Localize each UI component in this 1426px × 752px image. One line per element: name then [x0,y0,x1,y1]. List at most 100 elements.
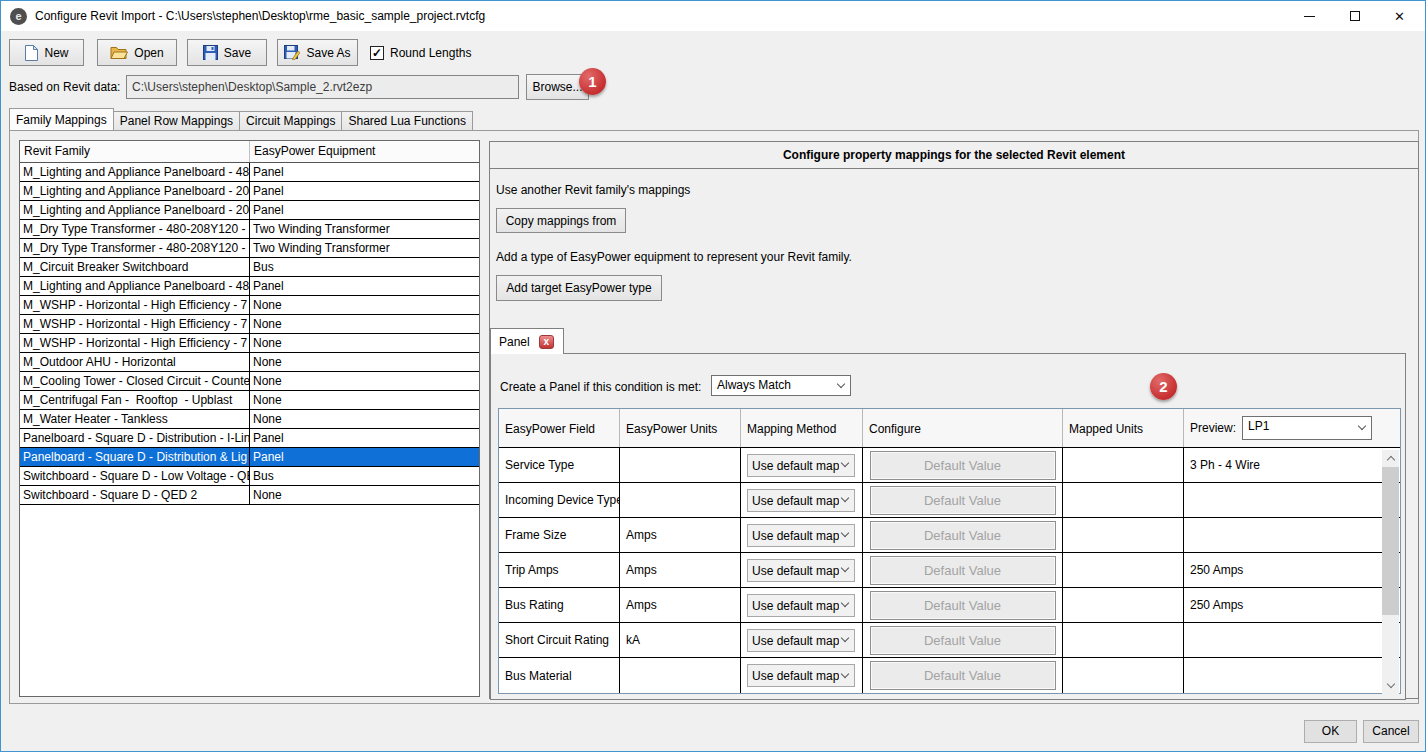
family-table-row[interactable]: M_Lighting and Appliance Panelboard - 20… [20,201,479,220]
easypower-equipment-cell: Bus [250,258,479,276]
default-value-button[interactable]: Default Value [870,521,1056,550]
new-button[interactable]: New [9,39,84,66]
mapping-method-select[interactable]: Use default mapping [747,454,855,477]
mapping-method-column-header: Mapping Method [741,409,863,447]
tab-panel-row-mappings[interactable]: Panel Row Mappings [114,111,240,131]
mapping-method-cell: Use default mapping [741,588,863,622]
easypower-equipment-cell: Two Winding Transformer [250,239,479,257]
easypower-equipment-cell: Bus [250,467,479,485]
configure-cell: Default Value [863,623,1063,657]
mapping-method-select[interactable]: Use default mapping [747,664,855,687]
revit-family-cell: M_Lighting and Appliance Panelboard - 20 [20,201,250,219]
configure-cell: Default Value [863,448,1063,482]
revit-family-column-header[interactable]: Revit Family [20,141,250,162]
revit-family-cell: M_Water Heater - Tankless [20,410,250,428]
close-panel-tab-icon[interactable]: x [539,335,554,349]
mapping-method-cell: Use default mapping [741,553,863,587]
panel-equipment-tab[interactable]: Panel x [490,328,564,354]
family-table-row[interactable]: Panelboard - Square D - Distribution - I… [20,429,479,448]
revit-family-cell: M_Centrifugal Fan - Rooftop - Upblast [20,391,250,409]
cancel-button[interactable]: Cancel [1363,720,1419,743]
family-table-row[interactable]: M_Dry Type Transformer - 480-208Y120 - I… [20,220,479,239]
minimize-button[interactable] [1287,1,1332,31]
scroll-up-icon[interactable] [1382,450,1399,467]
close-button[interactable]: ✕ [1377,1,1422,31]
mapped-units-cell [1063,448,1184,482]
panel-equipment-tab-label: Panel [499,335,530,349]
revit-family-cell: M_Lighting and Appliance Panelboard - 48 [20,277,250,295]
chevron-down-icon [841,669,849,677]
condition-select[interactable]: Always Match [711,375,851,396]
easypower-equipment-cell: None [250,334,479,352]
maximize-button[interactable] [1332,1,1377,31]
family-table-row[interactable]: M_Dry Type Transformer - 480-208Y120 - I… [20,239,479,258]
add-target-easypower-type-button[interactable]: Add target EasyPower type [496,275,662,301]
mapped-units-cell [1063,553,1184,587]
mapping-method-select[interactable]: Use default mapping [747,559,855,582]
easypower-equipment-cell: Panel [250,277,479,295]
easypower-equipment-cell: None [250,315,479,333]
family-table-row[interactable]: M_Lighting and Appliance Panelboard - 20… [20,182,479,201]
family-table-row[interactable]: M_Centrifugal Fan - Rooftop - UpblastNon… [20,391,479,410]
family-table-row[interactable]: M_Water Heater - TanklessNone [20,410,479,429]
preview-select[interactable]: LP1 [1242,416,1372,440]
default-value-button[interactable]: Default Value [870,451,1056,480]
easypower-field-cell: Bus Rating [499,588,620,622]
mapping-method-select[interactable]: Use default mapping [747,629,855,652]
easypower-equipment-column-header[interactable]: EasyPower Equipment [250,141,479,162]
copy-mappings-from-button[interactable]: Copy mappings from [496,208,626,233]
open-button[interactable]: Open [97,39,177,66]
configure-cell: Default Value [863,518,1063,552]
easypower-field-cell: Short Circuit Rating [499,623,620,657]
family-table-row[interactable]: M_WSHP - Horizontal - High Efficiency - … [20,334,479,353]
family-table-row[interactable]: M_Lighting and Appliance Panelboard - 48… [20,277,479,296]
open-folder-icon [110,45,128,60]
revit-family-table: Revit Family EasyPower Equipment M_Light… [19,140,480,697]
preview-select-value: LP1 [1248,419,1269,433]
revit-family-cell: M_Lighting and Appliance Panelboard - 48 [20,163,250,181]
default-value-button[interactable]: Default Value [870,661,1056,690]
use-another-mappings-text: Use another Revit family's mappings [496,183,1418,197]
default-value-button[interactable]: Default Value [870,626,1056,655]
revit-data-path-input[interactable]: C:\Users\stephen\Desktop\Sample_2.rvt2ez… [126,75,519,99]
default-value-button[interactable]: Default Value [870,556,1056,585]
family-table-row[interactable]: M_WSHP - Horizontal - High Efficiency - … [20,296,479,315]
mapping-table-scrollbar[interactable] [1382,450,1399,694]
family-table-row[interactable]: M_Lighting and Appliance Panelboard - 48… [20,163,479,182]
easypower-units-cell: Amps [620,553,741,587]
scrollbar-thumb[interactable] [1382,467,1399,615]
configure-cell: Default Value [863,588,1063,622]
mapping-table-body: Service Type Use default mapping Default V… [499,448,1400,693]
tab-circuit-mappings[interactable]: Circuit Mappings [240,111,342,131]
scroll-down-icon[interactable] [1382,677,1399,694]
tab-shared-lua-functions[interactable]: Shared Lua Functions [342,111,472,131]
default-value-button[interactable]: Default Value [870,591,1056,620]
family-table-row[interactable]: M_Circuit Breaker SwitchboardBus [20,258,479,277]
based-on-revit-data-label: Based on Revit data: [9,80,120,94]
app-icon: e [10,8,27,25]
family-table-body: M_Lighting and Appliance Panelboard - 48… [20,163,479,505]
ok-button[interactable]: OK [1304,720,1357,743]
family-table-row[interactable]: Switchboard - Square D - QED 2None [20,486,479,505]
family-table-row[interactable]: Switchboard - Square D - Low Voltage - Q… [20,467,479,486]
save-button[interactable]: Save [187,39,267,66]
chevron-down-icon [841,529,849,537]
chevron-down-icon [841,599,849,607]
easypower-field-cell: Service Type [499,448,620,482]
family-table-row[interactable]: Panelboard - Square D - Distribution & L… [20,448,479,467]
mapped-units-cell [1063,623,1184,657]
round-lengths-checkbox[interactable]: ✓ Round Lengths [370,46,471,60]
new-button-label: New [44,46,68,60]
save-as-button[interactable]: Save As [277,39,358,66]
family-table-row[interactable]: M_WSHP - Horizontal - High Efficiency - … [20,315,479,334]
configure-cell: Default Value [863,553,1063,587]
mapping-method-select[interactable]: Use default mapping [747,594,855,617]
family-table-row[interactable]: M_Cooling Tower - Closed Circuit - Count… [20,372,479,391]
mapping-method-select[interactable]: Use default mapping [747,524,855,547]
tab-family-mappings[interactable]: Family Mappings [9,108,114,131]
family-table-row[interactable]: M_Outdoor AHU - HorizontalNone [20,353,479,372]
revit-family-cell: Panelboard - Square D - Distribution & L… [20,448,250,466]
family-table-header: Revit Family EasyPower Equipment [20,141,479,163]
mapping-method-select[interactable]: Use default mapping [747,489,855,512]
default-value-button[interactable]: Default Value [870,486,1056,515]
